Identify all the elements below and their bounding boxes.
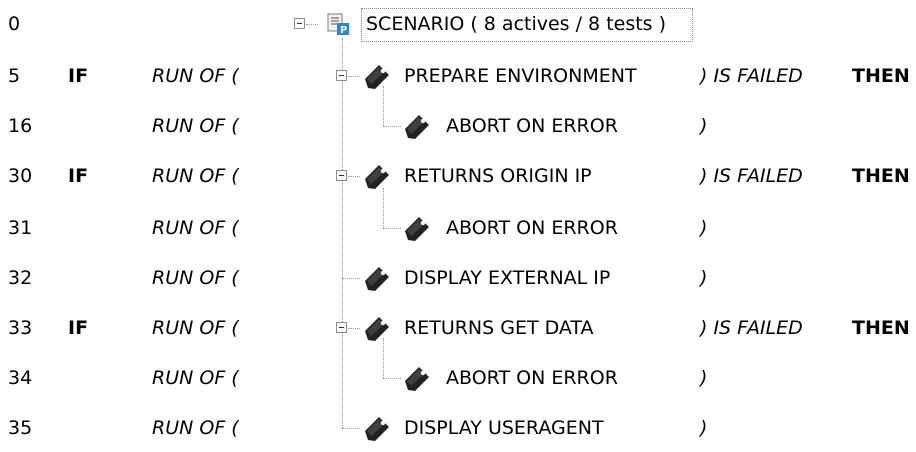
close-paren-condition: ) IS FAILED (700, 317, 803, 339)
tree-row[interactable]: 34 RUN OF ( ABORT ON ERROR ) (0, 338, 916, 402)
collapse-minus-icon[interactable] (294, 18, 305, 29)
row-number: 31 (8, 217, 33, 239)
then-keyword: THEN (852, 317, 910, 339)
close-paren: ) (700, 417, 708, 439)
test-tag-icon (405, 367, 429, 391)
close-paren-condition: ) IS FAILED (700, 65, 803, 87)
test-label[interactable]: PREPARE ENVIRONMENT (404, 52, 637, 100)
test-label[interactable]: RETURNS GET DATA (404, 304, 594, 352)
scenario-label[interactable]: SCENARIO ( 8 actives / 8 tests ) (366, 0, 666, 48)
tree-row[interactable]: 32 RUN OF ( DISPLAY EXTERNAL IP ) (0, 254, 916, 302)
test-tag-icon (405, 115, 429, 139)
test-tag-icon (365, 317, 389, 341)
run-of-label: RUN OF ( (152, 267, 239, 289)
row-number: 0 (8, 13, 21, 35)
if-keyword: IF (68, 317, 89, 339)
row-number: 32 (8, 267, 33, 289)
close-paren: ) (700, 217, 708, 239)
test-tag-icon (365, 417, 389, 441)
test-tag-icon (365, 65, 389, 89)
test-label[interactable]: ABORT ON ERROR (446, 204, 618, 252)
tree-row[interactable]: 35 RUN OF ( DISPLAY USERAGENT ) (0, 404, 916, 452)
test-label[interactable]: ABORT ON ERROR (446, 102, 618, 150)
test-tag-icon (365, 165, 389, 189)
row-number: 5 (8, 65, 21, 87)
svg-text:P: P (340, 25, 347, 36)
run-of-label: RUN OF ( (152, 217, 239, 239)
run-of-label: RUN OF ( (152, 317, 239, 339)
run-of-label: RUN OF ( (152, 367, 239, 389)
row-number: 35 (8, 417, 33, 439)
tree-row[interactable]: 31 RUN OF ( ABORT ON ERROR ) (0, 188, 916, 252)
run-of-label: RUN OF ( (152, 65, 239, 87)
test-label[interactable]: ABORT ON ERROR (446, 354, 618, 402)
scenario-document-icon: P (327, 13, 349, 36)
row-number: 30 (8, 165, 33, 187)
row-number: 33 (8, 317, 33, 339)
run-of-label: RUN OF ( (152, 115, 239, 137)
run-of-label: RUN OF ( (152, 417, 239, 439)
close-paren: ) (700, 267, 708, 289)
row-number: 16 (8, 115, 33, 137)
if-keyword: IF (68, 165, 89, 187)
close-paren: ) (700, 367, 708, 389)
row-number: 34 (8, 367, 33, 389)
test-tag-icon (405, 217, 429, 241)
test-label[interactable]: RETURNS ORIGIN IP (404, 152, 592, 200)
close-paren: ) (700, 115, 708, 137)
test-label[interactable]: DISPLAY EXTERNAL IP (404, 254, 610, 302)
then-keyword: THEN (852, 65, 910, 87)
test-tag-icon (365, 267, 389, 291)
tree-row[interactable]: 30 IF RUN OF ( RETURNS ORIGIN IP ) IS FA… (0, 152, 916, 200)
tree-row[interactable]: 16 RUN OF ( ABORT ON ERROR ) (0, 86, 916, 150)
tree-row[interactable]: 33 IF RUN OF ( RETURNS GET DATA ) IS FAI… (0, 304, 916, 352)
run-of-label: RUN OF ( (152, 165, 239, 187)
collapse-minus-icon[interactable] (336, 70, 347, 81)
test-label[interactable]: DISPLAY USERAGENT (404, 404, 604, 452)
then-keyword: THEN (852, 165, 910, 187)
if-keyword: IF (68, 65, 89, 87)
tree-row[interactable]: 5 IF RUN OF ( PREPARE ENVIRONMENT ) IS F… (0, 52, 916, 100)
collapse-minus-icon[interactable] (336, 170, 347, 181)
collapse-minus-icon[interactable] (336, 322, 347, 333)
tree-row-scenario[interactable]: 0 P SCENARIO ( 8 actives / 8 tests ) (0, 0, 916, 48)
close-paren-condition: ) IS FAILED (700, 165, 803, 187)
